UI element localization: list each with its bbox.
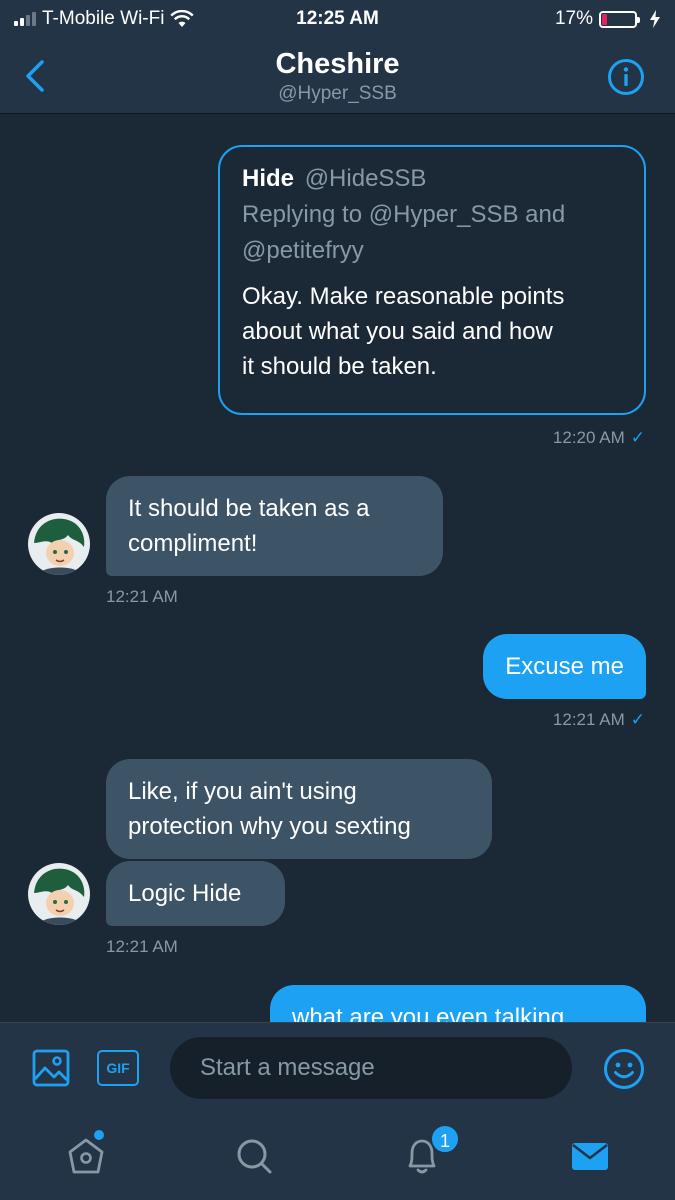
conversation-header: Cheshire @Hyper_SSB (0, 38, 675, 114)
message-list[interactable]: Hide @HideSSB Replying to @Hyper_SSB and… (0, 115, 675, 1022)
tweet-line: about what you said and how (242, 318, 553, 345)
add-gif-button[interactable]: GIF (97, 1050, 139, 1086)
message-timestamp: 12:20 AM ✓ (553, 428, 645, 448)
battery-icon (599, 10, 640, 28)
message-timestamp: 12:21 AM ✓ (553, 710, 645, 730)
quoted-tweet-card[interactable]: Hide @HideSSB Replying to @Hyper_SSB and… (218, 145, 646, 415)
search-icon[interactable] (232, 1134, 276, 1178)
timestamp-text: 12:21 AM (552, 710, 625, 729)
reply-line: @petitefryy (242, 237, 364, 264)
reply-line: Replying to @Hyper_SSB and (242, 201, 566, 228)
message-timestamp: 12:21 AM (106, 937, 178, 956)
status-right: 17% (555, 8, 661, 30)
tweet-line: Okay. Make reasonable points (242, 283, 565, 310)
conversation-title: Cheshire (275, 48, 400, 80)
tweet-line: it should be taken. (242, 353, 437, 380)
read-check-icon: ✓ (630, 428, 645, 447)
message-input[interactable] (170, 1037, 572, 1099)
emoji-icon[interactable] (603, 1048, 645, 1090)
header-title-block[interactable]: Cheshire @Hyper_SSB (0, 48, 675, 105)
message-line: It should be taken as a (128, 495, 370, 522)
conversation-handle: @Hyper_SSB (278, 83, 397, 104)
new-tweets-dot (94, 1130, 104, 1140)
quoted-reply-context: Replying to @Hyper_SSB and @petitefryy (242, 197, 622, 269)
outgoing-message[interactable]: Excuse me (483, 634, 646, 699)
bottom-tab-bar: 1 (0, 1114, 675, 1200)
message-composer: GIF (0, 1022, 675, 1114)
quoted-author-name: Hide (242, 165, 295, 192)
incoming-message[interactable]: Logic Hide (106, 861, 285, 926)
message-line: Like, if you ain't using (128, 778, 357, 805)
message-line: protection why you sexting (128, 813, 411, 840)
avatar[interactable] (28, 513, 90, 575)
outgoing-message[interactable]: what are you even talking (270, 985, 646, 1022)
quoted-tweet-text: Okay. Make reasonable points about what … (242, 279, 622, 384)
notifications-badge: 1 (430, 1124, 460, 1154)
battery-percent: 17% (554, 8, 593, 29)
message-line: compliment! (128, 530, 258, 557)
charging-bolt-icon (650, 10, 660, 28)
timestamp-text: 12:20 AM (552, 428, 625, 447)
avatar[interactable] (28, 863, 90, 925)
avatar-image (28, 513, 90, 575)
add-image-icon[interactable] (32, 1049, 70, 1087)
status-bar: T-Mobile Wi-Fi 12:25 AM 17% (0, 0, 675, 38)
quoted-author-handle: @HideSSB (304, 165, 427, 192)
home-icon[interactable] (64, 1134, 108, 1178)
message-timestamp: 12:21 AM (106, 587, 178, 606)
messages-envelope-icon[interactable] (568, 1134, 612, 1178)
avatar-image (28, 863, 90, 925)
read-check-icon: ✓ (630, 710, 645, 729)
incoming-message[interactable]: It should be taken as a compliment! (106, 476, 443, 576)
incoming-message[interactable]: Like, if you ain't using protection why … (106, 759, 492, 859)
info-icon[interactable] (607, 58, 645, 96)
